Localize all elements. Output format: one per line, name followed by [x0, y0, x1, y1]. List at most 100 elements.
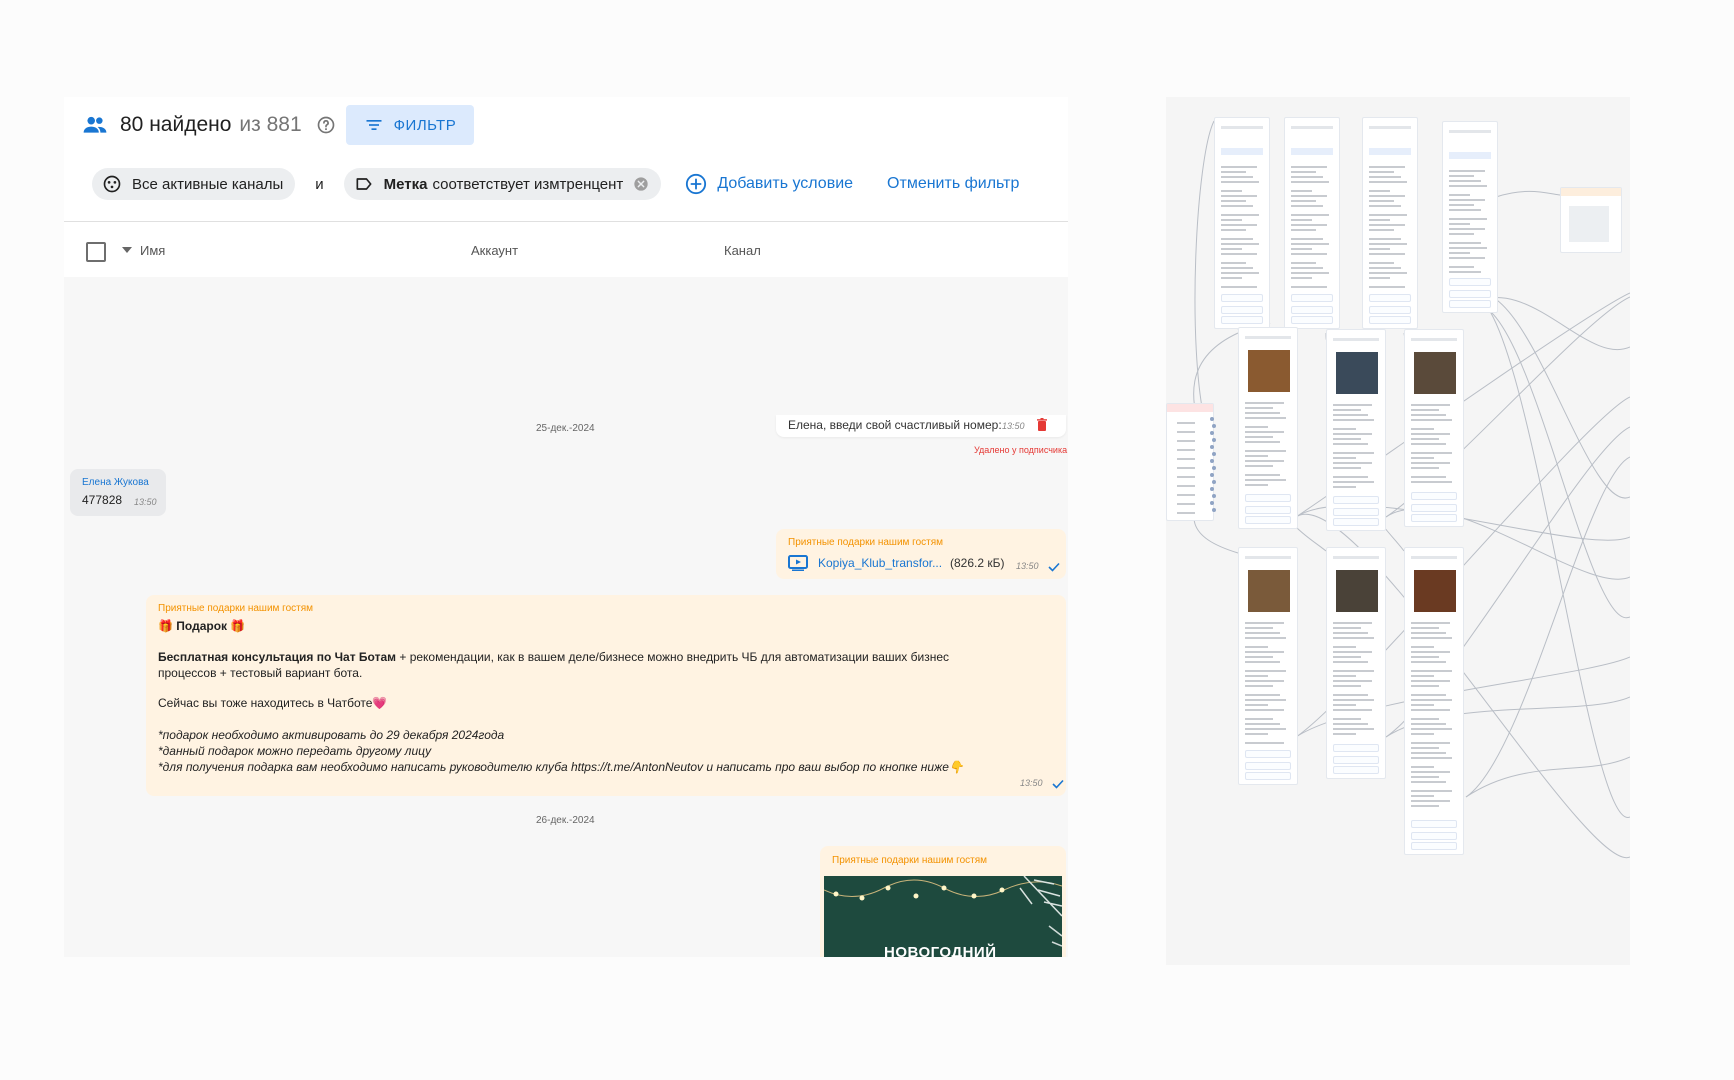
tag-icon: [356, 178, 372, 190]
cancel-filter-button[interactable]: Отменить фильтр: [887, 175, 1019, 193]
flow-node-text: [1449, 209, 1481, 211]
message-time: 13:50: [1020, 778, 1043, 788]
flow-node-button: [1369, 294, 1411, 302]
flow-node-toolbar: [1449, 130, 1491, 133]
flow-node-header: [1561, 188, 1621, 196]
flow-node-text: [1411, 728, 1452, 730]
flow-node-button: [1245, 506, 1291, 514]
flow-node-text: [1221, 205, 1253, 207]
message-sender[interactable]: Елена Жукова: [82, 477, 149, 488]
column-channel[interactable]: Канал: [724, 243, 761, 258]
flow-node-text: [1291, 277, 1312, 279]
flow-node-button: [1411, 842, 1457, 850]
message-text: Елена, введи свой счастливый номер:: [788, 418, 1002, 432]
file-link[interactable]: Kopiya_Klub_transfor...: [818, 556, 942, 570]
flow-node-button: [1245, 494, 1291, 502]
flow-node[interactable]: [1214, 117, 1270, 329]
column-account[interactable]: Аккаунт: [471, 243, 518, 258]
flow-node-text: [1177, 431, 1195, 433]
flow-node-text: [1221, 262, 1246, 264]
trash-icon: [1037, 418, 1047, 431]
flow-node-text: [1369, 176, 1401, 178]
flow-node-text: [1245, 455, 1268, 457]
flow-node-button: [1333, 496, 1379, 504]
flow-node[interactable]: [1238, 547, 1298, 785]
outgoing-message: Елена, введи свой счастливый номер: 13:5…: [776, 415, 1066, 437]
flow-node-toolbar: [1369, 126, 1411, 129]
table-header: Имя Аккаунт Канал: [86, 239, 1046, 263]
flow-node-text: [1245, 709, 1284, 711]
flow-node-text: [1177, 422, 1195, 424]
flow-node-text: [1221, 229, 1246, 231]
flow-node[interactable]: [1166, 403, 1214, 521]
flow-node-text: [1411, 766, 1434, 768]
flow-node-text: [1221, 195, 1257, 197]
flow-node-text: [1245, 704, 1268, 706]
message-line: Бесплатная консультация по Чат Ботам + р…: [158, 650, 949, 664]
flow-node[interactable]: [1442, 121, 1498, 313]
flow-node[interactable]: [1362, 117, 1418, 329]
filter-button[interactable]: ФИЛЬТР: [345, 105, 475, 145]
flow-node[interactable]: [1560, 187, 1622, 253]
flow-node-text: [1449, 242, 1481, 244]
flow-node-text: [1449, 252, 1470, 254]
flow-node[interactable]: [1404, 329, 1464, 527]
sort-dropdown-icon[interactable]: [122, 247, 132, 253]
flow-connector-dot: [1212, 480, 1216, 484]
flow-node-text: [1411, 622, 1450, 624]
tag-chip[interactable]: Метка соответствует измтренцент: [343, 168, 662, 200]
flow-connector-dot: [1210, 459, 1214, 463]
flow-diagram-panel[interactable]: [1166, 97, 1630, 965]
flow-node-text: [1449, 185, 1487, 187]
flow-node-text: [1411, 428, 1434, 430]
flow-node[interactable]: [1404, 547, 1464, 855]
and-operator: и: [315, 175, 324, 193]
flow-node-text: [1291, 248, 1312, 250]
flow-node-text: [1411, 771, 1450, 773]
flow-node-text: [1369, 272, 1407, 274]
select-all-checkbox[interactable]: [86, 242, 106, 262]
message-line: *для получения подарка вам необходимо на…: [158, 760, 964, 774]
message-text: 477828: [82, 493, 123, 507]
flow-node-toolbar: [1221, 126, 1263, 129]
flow-node[interactable]: [1326, 547, 1386, 779]
flow-connector-dot: [1212, 508, 1216, 512]
flow-node-text: [1221, 224, 1257, 226]
flow-node-text: [1333, 467, 1361, 469]
tag-chip-label: Метка: [383, 175, 428, 193]
flow-node-text: [1221, 267, 1253, 269]
flow-node-text: [1449, 223, 1470, 225]
flow-node-text: [1291, 243, 1329, 245]
flow-node-text: [1449, 233, 1474, 235]
promo-image[interactable]: НОВОГОДНИЙ: [824, 876, 1062, 957]
flow-node[interactable]: [1326, 329, 1386, 531]
flow-node-text: [1291, 267, 1323, 269]
help-circle-icon[interactable]: [316, 115, 336, 135]
flow-node-text: [1411, 457, 1434, 459]
channels-chip[interactable]: Все активные каналы: [92, 168, 296, 200]
flow-node-text: [1245, 474, 1280, 476]
flow-node[interactable]: [1238, 327, 1298, 529]
flow-node-text: [1245, 742, 1284, 744]
flow-node-text: [1221, 272, 1259, 274]
add-condition-button[interactable]: Добавить условие: [685, 173, 853, 195]
flow-node-text: [1449, 194, 1470, 196]
flow-node-text: [1221, 243, 1259, 245]
flow-node-text: [1245, 646, 1268, 648]
flow-node-text: [1333, 481, 1374, 483]
close-circle-icon[interactable]: [633, 176, 649, 192]
flow-connector-dot: [1212, 466, 1216, 470]
flow-node-text: [1291, 190, 1312, 192]
flow-node-text: [1449, 218, 1487, 220]
flow-node-text: [1291, 224, 1327, 226]
flow-node-text: [1333, 670, 1374, 672]
flow-node-text: [1245, 412, 1280, 414]
flow-connector-dot: [1210, 417, 1214, 421]
flow-node[interactable]: [1284, 117, 1340, 329]
filter-list-icon: [366, 120, 382, 130]
flow-node-text: [1411, 443, 1446, 445]
flow-node-image: [1248, 570, 1290, 612]
column-name[interactable]: Имя: [140, 243, 165, 258]
flow-node-text: [1449, 204, 1474, 206]
flow-node-text: [1411, 699, 1452, 701]
